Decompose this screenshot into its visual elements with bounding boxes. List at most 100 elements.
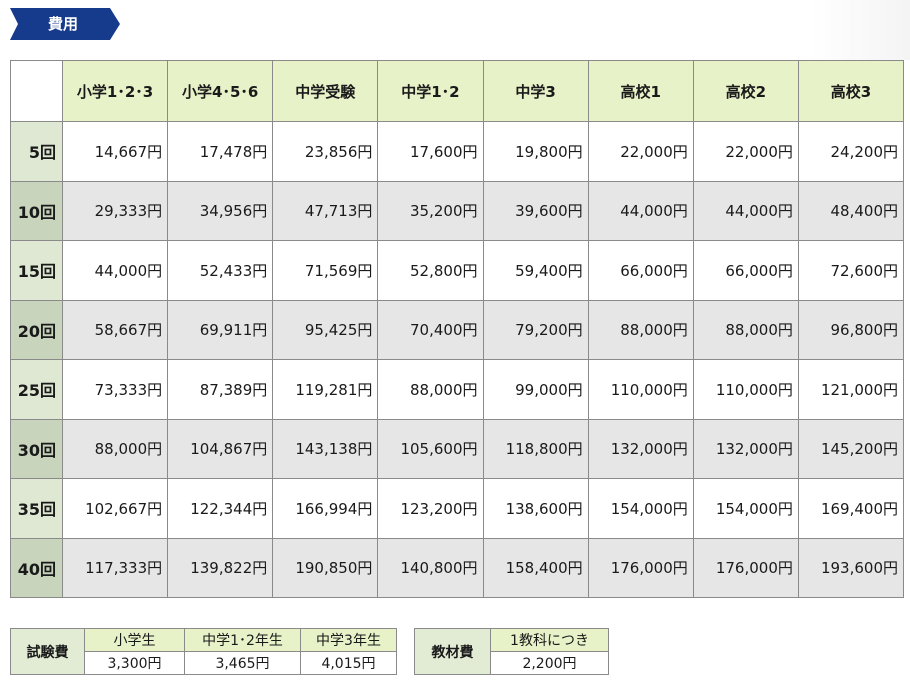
material-fee-column: 1教科につき — [490, 628, 609, 652]
fee-row: 20回 58,667円 69,911円 95,425円 70,400円 79,200円 88… — [10, 299, 905, 360]
fee-cell: 87,389円 — [167, 359, 274, 420]
fee-cell: 145,200円 — [797, 418, 905, 479]
fee-cell: 95,425円 — [272, 299, 379, 360]
exam-fee-table: 試験費 小学生 中学1･2年生 中学3年生 3,300円 3,465円 4,01… — [10, 628, 397, 675]
fee-cell: 166,994円 — [272, 478, 379, 539]
row-header: 30回 — [10, 418, 63, 479]
fee-cell: 66,000円 — [692, 240, 799, 301]
column-header: 中学3 — [482, 60, 589, 122]
fee-cell: 34,956円 — [167, 180, 274, 241]
table-corner-cell — [10, 60, 63, 122]
column-header: 高校3 — [797, 60, 905, 122]
fee-cell: 73,333円 — [61, 359, 169, 420]
column-header: 高校2 — [692, 60, 799, 122]
fee-cell: 105,600円 — [377, 418, 484, 479]
fee-cell: 35,200円 — [377, 180, 484, 241]
column-header: 中学1･2 — [377, 60, 484, 122]
fee-cell: 44,000円 — [61, 240, 169, 301]
fee-cell: 70,400円 — [377, 299, 484, 360]
fee-cell: 88,000円 — [692, 299, 799, 360]
fee-cell: 110,000円 — [692, 359, 799, 420]
row-header: 40回 — [10, 537, 63, 598]
fee-cell: 169,400円 — [797, 478, 905, 539]
fee-cell: 88,000円 — [61, 418, 169, 479]
fee-row: 5回 14,667円 17,478円 23,856円 17,600円 19,800円 22,… — [10, 121, 905, 182]
fee-table: 小学1･2･3 小学4･5･6 中学受験 中学1･2 中学3 高校1 高校2 高… — [10, 60, 905, 598]
fee-cell: 29,333円 — [61, 180, 169, 241]
exam-fee-column: 小学生 — [84, 628, 185, 652]
fee-cell: 14,667円 — [61, 121, 169, 182]
fee-cell: 119,281円 — [272, 359, 379, 420]
row-header: 10回 — [10, 180, 63, 241]
row-header: 20回 — [10, 299, 63, 360]
fee-row: 10回 29,333円 34,956円 47,713円 35,200円 39,600円 44… — [10, 180, 905, 241]
fee-cell: 17,600円 — [377, 121, 484, 182]
exam-fee-value: 3,465円 — [184, 651, 301, 675]
fee-cell: 17,478円 — [167, 121, 274, 182]
column-header: 高校1 — [587, 60, 694, 122]
fee-cell: 52,433円 — [167, 240, 274, 301]
column-header: 小学1･2･3 — [61, 60, 169, 122]
exam-fee-label: 試験費 — [10, 628, 85, 675]
row-header: 15回 — [10, 240, 63, 301]
fee-cell: 139,822円 — [167, 537, 274, 598]
fee-cell: 154,000円 — [692, 478, 799, 539]
fee-cell: 24,200円 — [797, 121, 905, 182]
fee-cell: 138,600円 — [482, 478, 589, 539]
fee-cell: 104,867円 — [167, 418, 274, 479]
fee-cell: 117,333円 — [61, 537, 169, 598]
fee-cell: 122,344円 — [167, 478, 274, 539]
fee-cell: 102,667円 — [61, 478, 169, 539]
fee-cell: 52,800円 — [377, 240, 484, 301]
fee-cell: 58,667円 — [61, 299, 169, 360]
column-header: 中学受験 — [272, 60, 379, 122]
exam-fee-column: 中学1･2年生 — [184, 628, 301, 652]
fee-cell: 123,200円 — [377, 478, 484, 539]
fee-cell: 48,400円 — [797, 180, 905, 241]
fee-cell: 140,800円 — [377, 537, 484, 598]
fee-cell: 69,911円 — [167, 299, 274, 360]
fee-cell: 143,138円 — [272, 418, 379, 479]
fee-cell: 22,000円 — [692, 121, 799, 182]
row-header: 5回 — [10, 121, 63, 182]
fee-cell: 121,000円 — [797, 359, 905, 420]
fee-cell: 39,600円 — [482, 180, 589, 241]
fee-cell: 44,000円 — [587, 180, 694, 241]
row-header: 25回 — [10, 359, 63, 420]
fee-cell: 66,000円 — [587, 240, 694, 301]
fee-row: 40回 117,333円 139,822円 190,850円 140,800円 158,4… — [10, 537, 905, 598]
fee-cell: 22,000円 — [587, 121, 694, 182]
fee-cell: 154,000円 — [587, 478, 694, 539]
fee-cell: 88,000円 — [377, 359, 484, 420]
fee-cell: 96,800円 — [797, 299, 905, 360]
exam-fee-value: 3,300円 — [84, 651, 185, 675]
fee-cell: 19,800円 — [482, 121, 589, 182]
column-header: 小学4･5･6 — [167, 60, 274, 122]
row-header: 35回 — [10, 478, 63, 539]
fee-cell: 59,400円 — [482, 240, 589, 301]
material-fee-table: 教材費 1教科につき 2,200円 — [414, 628, 609, 675]
fee-cell: 71,569円 — [272, 240, 379, 301]
section-title: 費用 — [10, 8, 120, 40]
fee-cell: 88,000円 — [587, 299, 694, 360]
corner-shade — [810, 0, 910, 60]
fee-cell: 110,000円 — [587, 359, 694, 420]
material-fee-label: 教材費 — [414, 628, 491, 675]
fee-cell: 23,856円 — [272, 121, 379, 182]
fee-cell: 72,600円 — [797, 240, 905, 301]
fee-cell: 176,000円 — [692, 537, 799, 598]
fee-row: 25回 73,333円 87,389円 119,281円 88,000円 99,000円 1… — [10, 359, 905, 420]
fee-cell: 118,800円 — [482, 418, 589, 479]
fee-cell: 79,200円 — [482, 299, 589, 360]
fee-row: 30回 88,000円 104,867円 143,138円 105,600円 118,80… — [10, 418, 905, 479]
fee-cell: 99,000円 — [482, 359, 589, 420]
fee-cell: 44,000円 — [692, 180, 799, 241]
fee-cell: 176,000円 — [587, 537, 694, 598]
fee-cell: 47,713円 — [272, 180, 379, 241]
exam-fee-column: 中学3年生 — [300, 628, 397, 652]
fee-cell: 132,000円 — [692, 418, 799, 479]
fee-table-header-row: 小学1･2･3 小学4･5･6 中学受験 中学1･2 中学3 高校1 高校2 高… — [10, 60, 905, 122]
exam-fee-value: 4,015円 — [300, 651, 397, 675]
fee-row: 15回 44,000円 52,433円 71,569円 52,800円 59,400円 66… — [10, 240, 905, 301]
fee-cell: 132,000円 — [587, 418, 694, 479]
